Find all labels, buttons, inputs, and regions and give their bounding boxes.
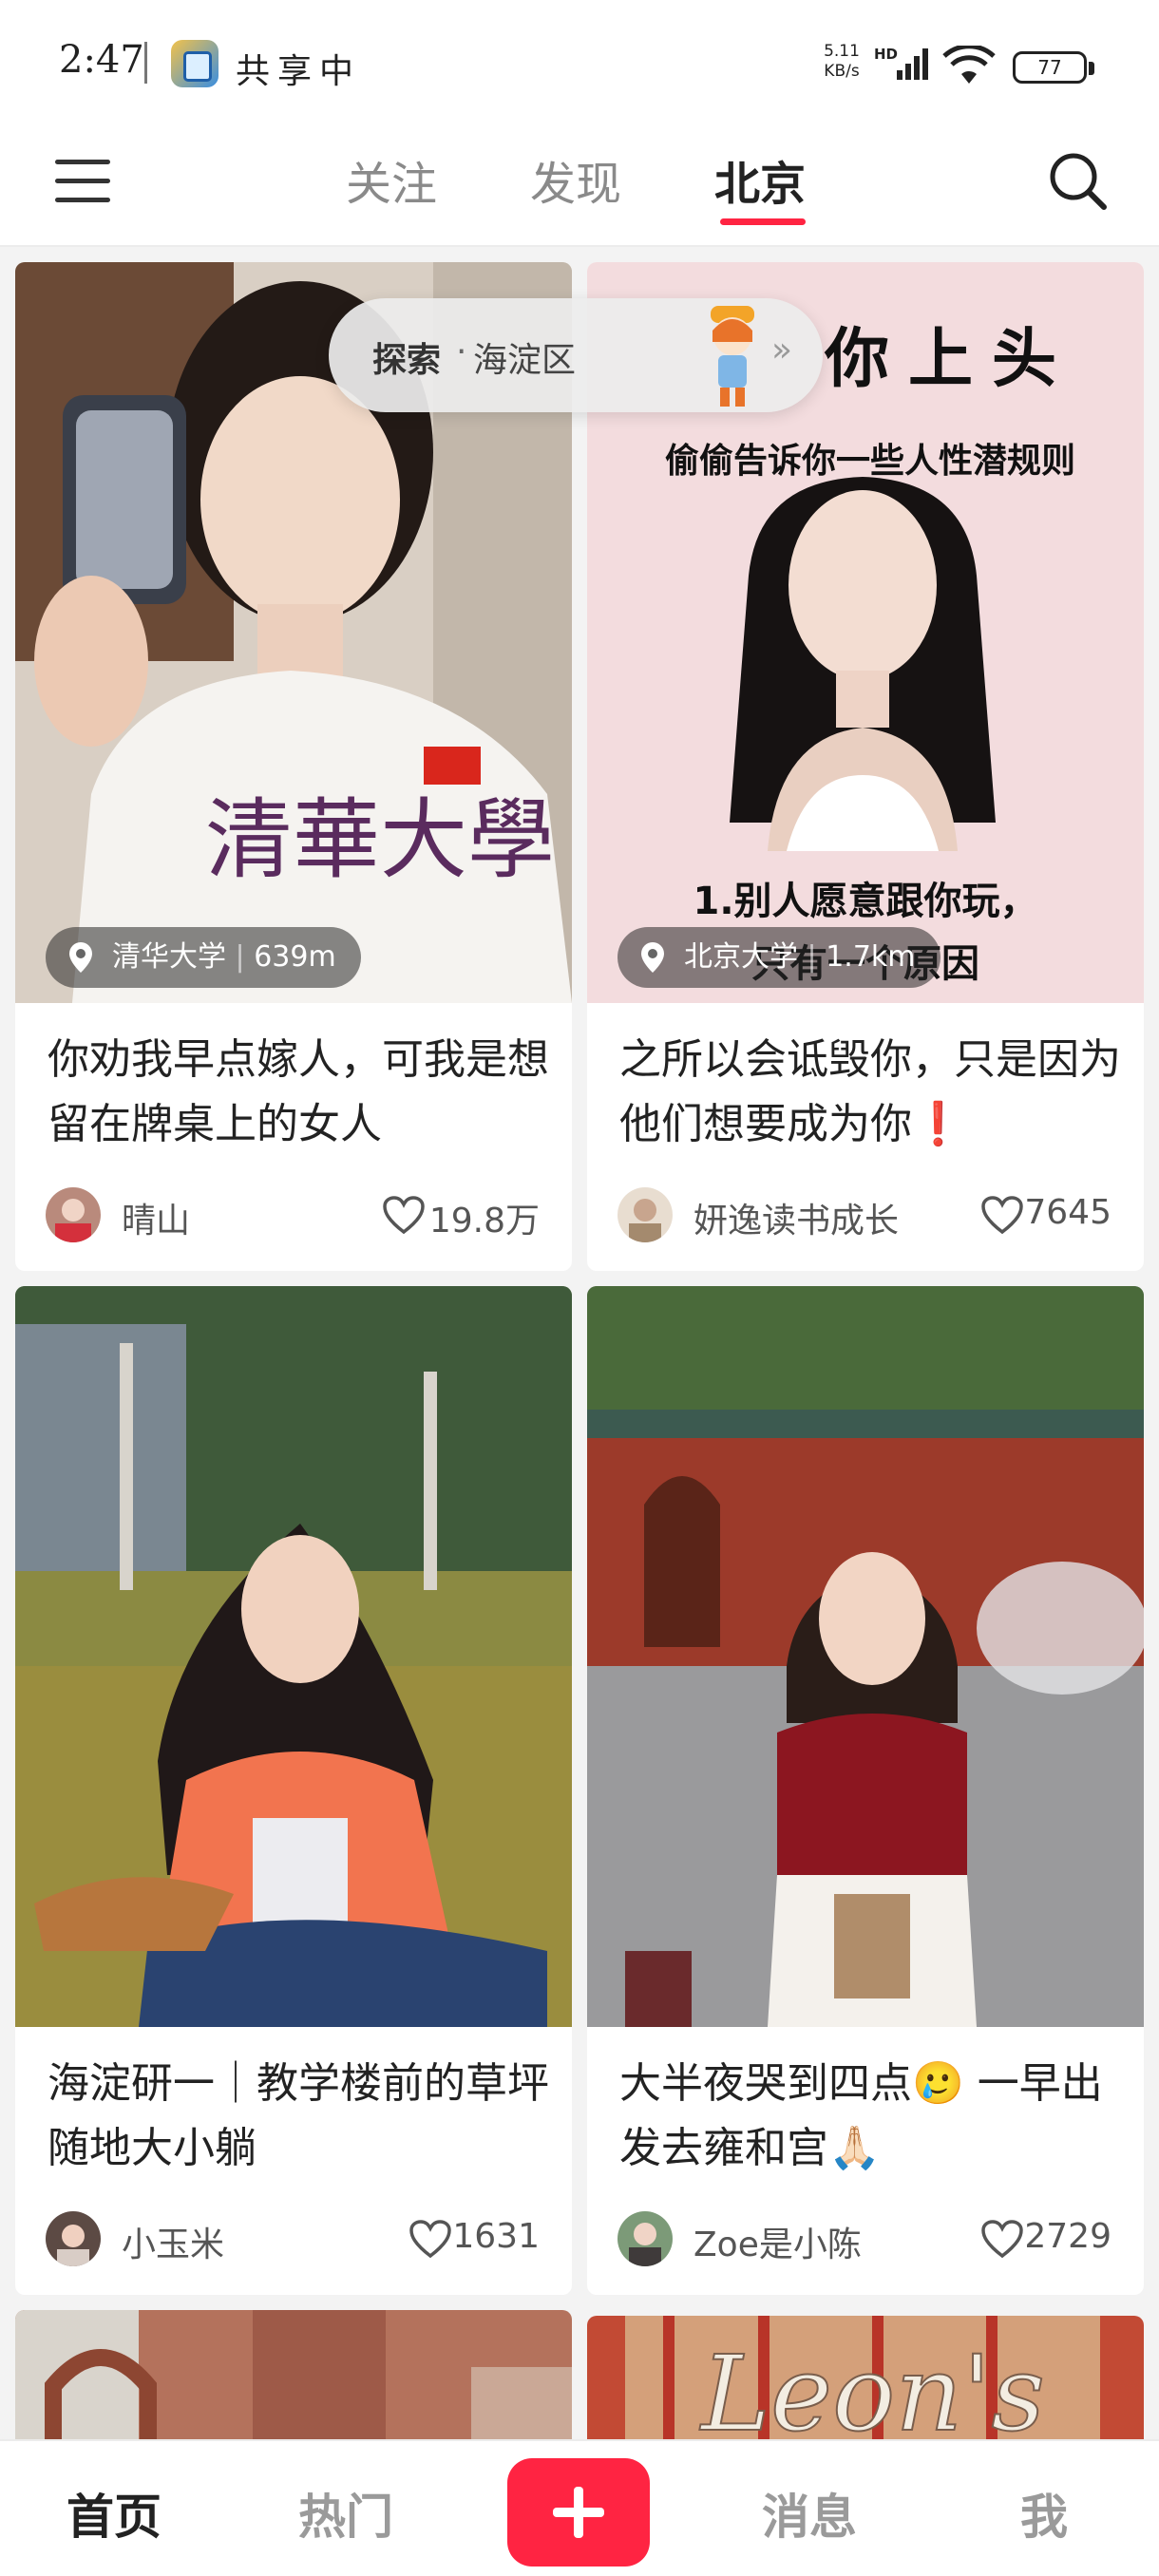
location-name: 清华大学 — [112, 940, 226, 974]
location-divider: | — [807, 940, 826, 974]
note-card[interactable]: 清華大學 清华大学 | 639m 你劝我早点嫁人，可我是想留在牌桌上的女人 晴山 — [15, 262, 572, 1271]
nav-trending[interactable]: 热门 — [298, 2479, 393, 2548]
svg-text:清華大學: 清華大學 — [205, 789, 555, 891]
tab-discover[interactable]: 发现 — [530, 146, 621, 213]
heart-icon[interactable] — [980, 2219, 1024, 2259]
explore-district: 海淀区 — [473, 341, 577, 380]
note-cover-image[interactable] — [15, 1286, 572, 2027]
poster-headline: 你上头 — [825, 322, 1076, 397]
mascot-icon — [711, 306, 754, 407]
note-card[interactable]: 海淀研一｜教学楼前的草坪随地大小躺 小玉米 1631 — [15, 1286, 572, 2295]
location-pin-icon — [641, 942, 664, 973]
screen-share-icon — [171, 40, 218, 87]
feed[interactable]: 清華大學 清华大学 | 639m 你劝我早点嫁人，可我是想留在牌桌上的女人 晴山 — [0, 249, 1159, 2439]
top-navigation: 关注 发现 北京 — [0, 123, 1159, 247]
heart-icon[interactable] — [408, 2219, 452, 2259]
avatar[interactable] — [618, 2211, 673, 2266]
photo-campus-lawn — [15, 1286, 572, 2027]
note-card[interactable]: Leon's — [587, 2316, 1144, 2439]
create-post-button[interactable] — [507, 2458, 650, 2567]
shop-sign-text: Leon's — [699, 2333, 1045, 2439]
location-divider: | — [235, 940, 255, 974]
network-type-label: HD — [874, 46, 898, 63]
note-title[interactable]: 你劝我早点嫁人，可我是想留在牌桌上的女人 — [48, 1028, 560, 1157]
author-name[interactable]: Zoe是小陈 — [694, 2217, 862, 2266]
like-count: 7645 — [1024, 1193, 1112, 1232]
author-name[interactable]: 小玉米 — [122, 2217, 224, 2266]
avatar[interactable] — [46, 2211, 101, 2266]
note-title[interactable]: 之所以会诋毁你，只是因为他们想要成为你❗ — [619, 1028, 1132, 1157]
status-time: 2:47 — [59, 38, 144, 82]
nav-me[interactable]: 我 — [1020, 2479, 1068, 2548]
location-name: 北京大学 — [684, 940, 798, 974]
tab-following[interactable]: 关注 — [346, 146, 437, 213]
tab-local[interactable]: 北京 — [714, 146, 806, 213]
location-distance: 639m — [254, 940, 336, 974]
active-tab-indicator — [720, 218, 806, 225]
location-badge[interactable]: 北京大学 | 1.7km — [618, 927, 940, 988]
photo-shop-sign: Leon's — [587, 2316, 1144, 2439]
like-count: 19.8万 — [428, 1202, 540, 1241]
heart-icon[interactable] — [382, 1195, 426, 1235]
note-card[interactable] — [15, 2310, 572, 2439]
note-card[interactable]: 你上头 偷偷告诉你一些人性潜规则 1.别人愿意跟你玩， 只有一个原因 北京大学 … — [587, 262, 1144, 1271]
battery-level: 77 — [1037, 56, 1062, 79]
sharing-status-text: 共享中 — [236, 52, 362, 91]
status-bar: 2:47 共享中 5.11 KB/s HD 77 — [0, 0, 1159, 123]
cellular-signal-icon: HD — [874, 46, 928, 80]
location-pin-icon — [69, 942, 92, 973]
avatar[interactable] — [618, 1187, 673, 1242]
nav-home[interactable]: 首页 — [66, 2479, 162, 2548]
nav-messages[interactable]: 消息 — [762, 2479, 857, 2548]
wifi-icon — [942, 46, 996, 84]
location-badge[interactable]: 清华大学 | 639m — [46, 927, 361, 988]
note-title[interactable]: 大半夜哭到四点🥲 一早出发去雍和宫🙏🏻 — [619, 2052, 1132, 2181]
avatar[interactable] — [46, 1187, 101, 1242]
location-distance: 1.7km — [826, 940, 916, 974]
network-speed-value: 5.11 — [824, 42, 860, 61]
bottom-navigation: 首页 热门 消息 我 — [0, 2439, 1159, 2576]
explore-label: 探索 — [372, 341, 442, 380]
like-count: 2729 — [1024, 2217, 1112, 2256]
chevron-right-icon: » — [771, 331, 793, 369]
menu-icon[interactable] — [55, 160, 110, 203]
explore-district-pill[interactable]: 探索 · 海淀区 » — [329, 298, 823, 412]
note-cover-image[interactable] — [587, 1286, 1144, 2027]
note-card[interactable]: 大半夜哭到四点🥲 一早出发去雍和宫🙏🏻 Zoe是小陈 2729 — [587, 1286, 1144, 2295]
network-speed-unit: KB/s — [824, 62, 860, 81]
search-icon[interactable] — [1045, 148, 1112, 215]
author-name[interactable]: 妍逸读书成长 — [694, 1193, 899, 1242]
photo-building — [15, 2310, 572, 2439]
author-name[interactable]: 晴山 — [122, 1193, 190, 1242]
like-count: 1631 — [452, 2217, 540, 2256]
poster-point: 1.别人愿意跟你玩， — [693, 880, 1038, 923]
photo-temple — [587, 1286, 1144, 2027]
network-speed: 5.11 KB/s — [819, 42, 864, 82]
heart-icon[interactable] — [980, 1195, 1024, 1235]
note-title[interactable]: 海淀研一｜教学楼前的草坪随地大小躺 — [48, 2052, 560, 2181]
explore-separator: · — [456, 332, 467, 371]
poster-subtitle: 偷偷告诉你一些人性潜规则 — [664, 442, 1075, 481]
battery-icon: 77 — [1013, 51, 1094, 84]
status-separator — [144, 42, 147, 84]
